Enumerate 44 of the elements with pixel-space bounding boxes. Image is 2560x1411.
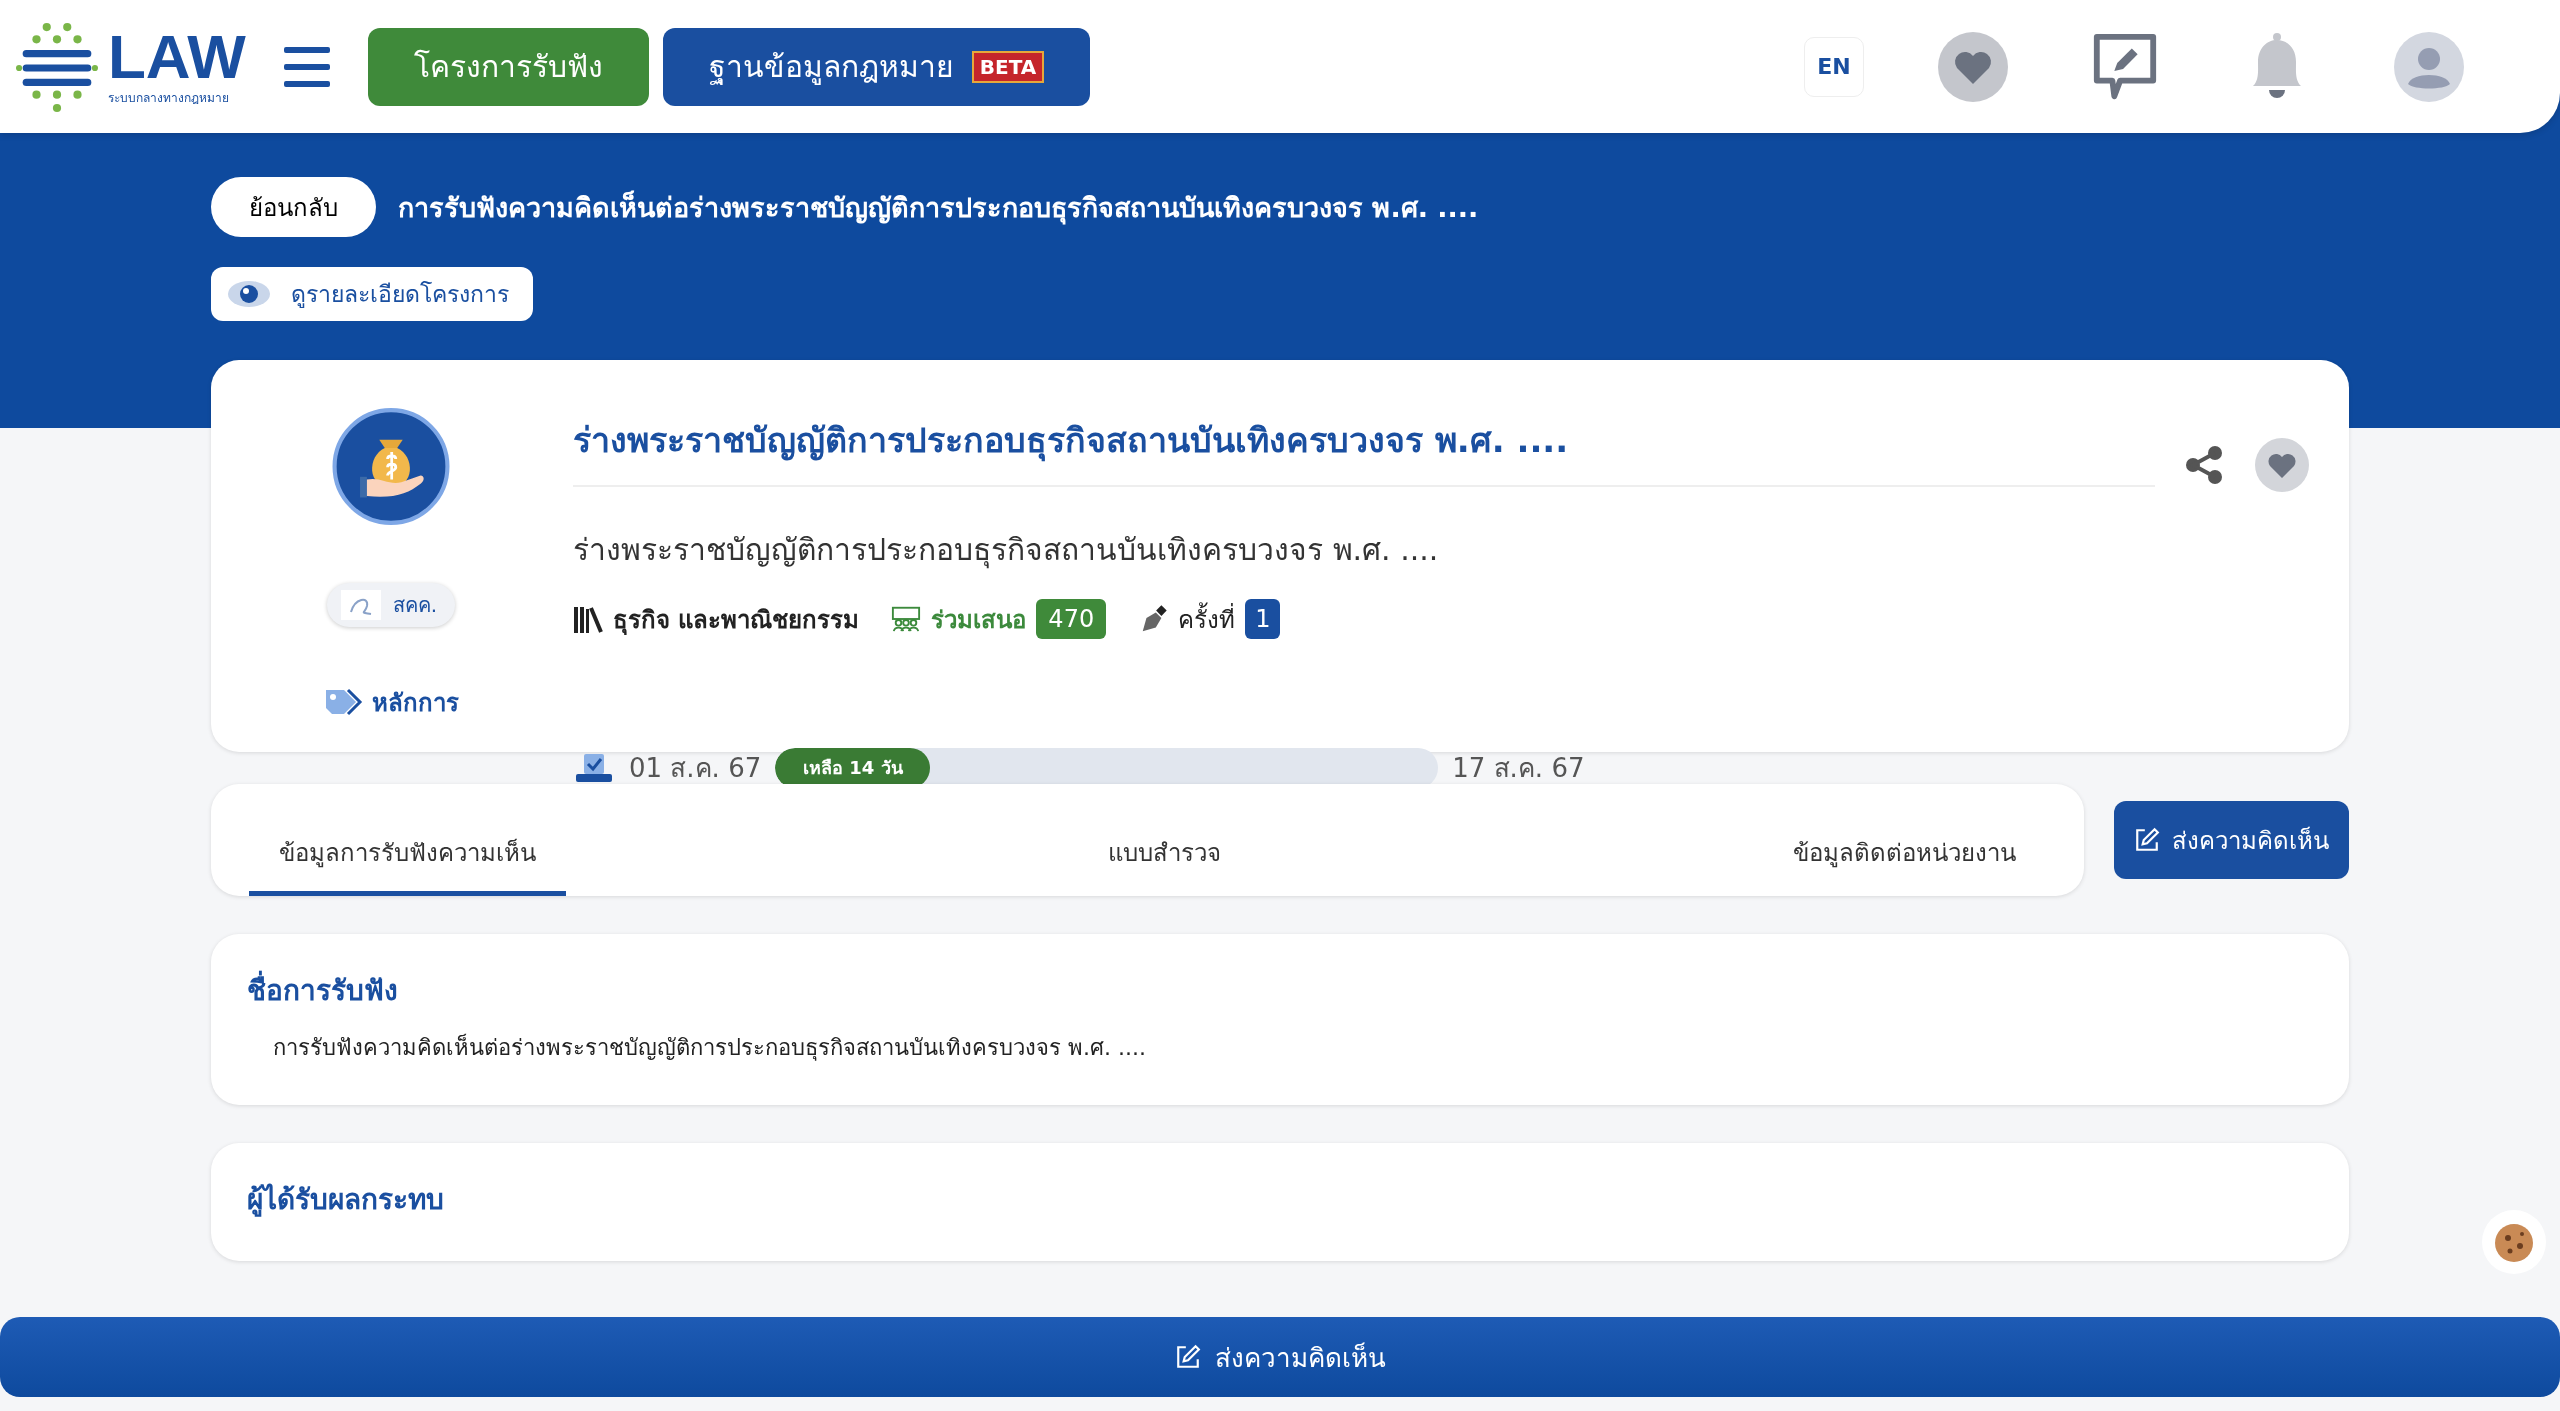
beta-badge: BETA bbox=[971, 50, 1045, 83]
round-label: ครั้งที่ bbox=[1178, 599, 1236, 639]
details-label: ดูรายละเอียดโครงการ bbox=[291, 280, 509, 310]
calendar-check-icon bbox=[573, 751, 615, 784]
edit-icon bbox=[1174, 1344, 1201, 1370]
favorite-icon[interactable] bbox=[2255, 438, 2309, 492]
tab[interactable]: แบบสำรวจ bbox=[1078, 784, 1251, 896]
edit-icon bbox=[2134, 827, 2160, 853]
participants-label: ร่วมเสนอ bbox=[931, 604, 1027, 636]
agency-logo-icon bbox=[340, 590, 381, 620]
logo-title: LAW bbox=[108, 26, 246, 88]
tab[interactable]: ข้อมูลการรับฟังความเห็น bbox=[249, 784, 566, 896]
share-icon[interactable] bbox=[2185, 445, 2225, 485]
bottom-send-comment-label: ส่งความคิดเห็น bbox=[1214, 1341, 1386, 1375]
people-icon bbox=[891, 605, 922, 633]
nav-button[interactable]: ฐานข้อมูลกฎหมาย BETA bbox=[662, 27, 1091, 106]
participants-count: 470 bbox=[1036, 599, 1107, 639]
section-heading: ผู้ได้รับผลกระทบ bbox=[247, 1182, 445, 1219]
section-text: การรับฟังความคิดเห็นต่อร่างพระราชบัญญัติการประกอบธุรกิจสถานบันเทิงครบวงจร พ.ศ. .... bbox=[273, 1032, 1147, 1063]
logo-subtitle: ระบบกลางทางกฎหมาย bbox=[108, 90, 230, 107]
send-comment-button[interactable]: ส่งความคิดเห็น bbox=[2114, 801, 2349, 879]
project-subtitle: ร่างพระราชบัญญัติการประกอบธุรกิจสถานบันเทิงครบวงจร พ.ศ. .... bbox=[573, 531, 1440, 571]
menu-icon[interactable] bbox=[283, 46, 330, 87]
agency-name: สคค. bbox=[392, 592, 438, 619]
project-title: ร่างพระราชบัญญัติการประกอบธุรกิจสถานบันเทิงครบวงจร พ.ศ. .... bbox=[573, 413, 2155, 487]
cookie-icon[interactable] bbox=[2482, 1210, 2546, 1274]
principle-link[interactable]: หลักการ bbox=[371, 683, 459, 722]
round-number: 1 bbox=[1245, 599, 1281, 639]
page-title: การรับฟังความคิดเห็นต่อร่างพระราชบัญญัติการประกอบธุรกิจสถานบันเทิงครบวงจร พ.ศ. .... bbox=[398, 189, 1479, 227]
avatar-icon[interactable] bbox=[2394, 31, 2464, 102]
nav-button[interactable]: โครงการรับฟัง bbox=[367, 27, 649, 106]
language-button[interactable]: EN bbox=[1804, 36, 1864, 97]
category-label: ธุรกิจ และพาณิชยกรรม bbox=[613, 604, 860, 637]
project-details-button[interactable]: ดูรายละเอียดโครงการ bbox=[211, 267, 533, 321]
tab[interactable]: ข้อมูลติดต่อหน่วยงาน bbox=[1763, 784, 2046, 896]
tag-icon bbox=[323, 687, 364, 718]
back-button[interactable]: ย้อนกลับ bbox=[211, 177, 376, 237]
eye-icon bbox=[227, 280, 271, 308]
bottom-send-comment-button[interactable]: ส่งความคิดเห็น bbox=[0, 1317, 2560, 1397]
end-date: 17 ส.ค. 67 bbox=[1452, 752, 1585, 785]
start-date: 01 ส.ค. 67 bbox=[629, 752, 762, 785]
section-heading: ชื่อการรับฟัง bbox=[247, 968, 2313, 1012]
send-comment-label: ส่งความคิดเห็น bbox=[2172, 825, 2329, 857]
books-icon bbox=[573, 605, 603, 633]
